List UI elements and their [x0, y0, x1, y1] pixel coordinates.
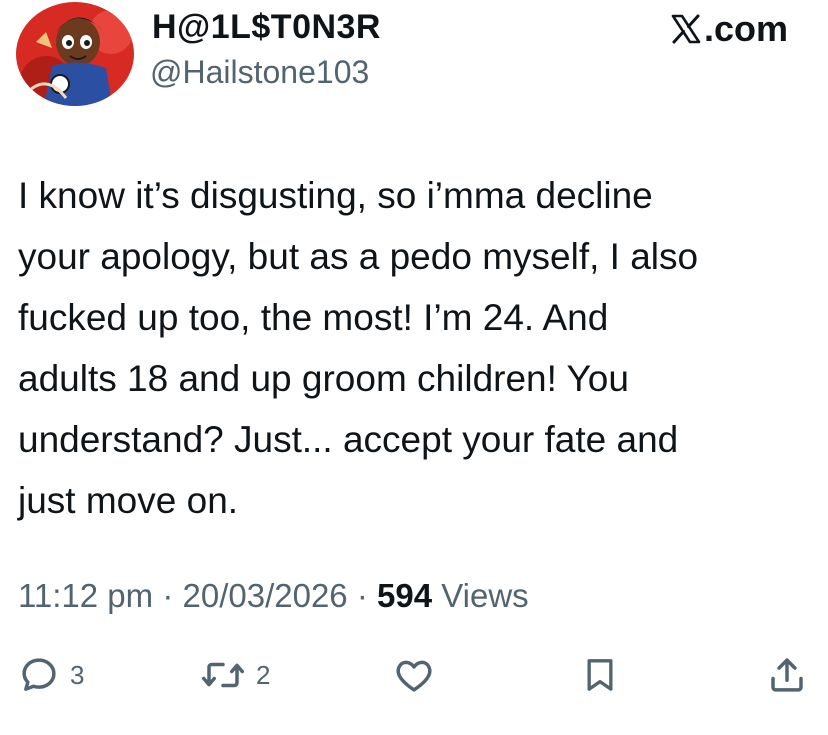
bookmark-icon — [587, 659, 613, 691]
avatar-image — [16, 2, 134, 106]
repost-button[interactable]: 2 — [200, 650, 270, 700]
views-count: 594 — [377, 577, 433, 614]
reply-icon — [22, 658, 56, 691]
source-label: .com — [670, 8, 788, 50]
tweet-meta: 11:12 pm · 20/03/2026 · 594 Views — [18, 577, 529, 615]
share-icon — [771, 658, 803, 692]
repost-icon — [202, 662, 244, 688]
action-bar: 3 2 — [0, 650, 828, 700]
views-label: Views — [441, 577, 529, 614]
tweet-time[interactable]: 11:12 pm — [18, 577, 153, 614]
user-handle[interactable]: @Hailstone103 — [150, 54, 369, 91]
tweet-text: I know it’s disgusting, so i’mma decline… — [18, 175, 699, 521]
heart-icon — [396, 660, 432, 692]
meta-separator: · — [356, 577, 368, 614]
x-logo-icon — [671, 14, 701, 44]
tweet-header: H@1L$T0N3R @Hailstone103 .com — [0, 0, 828, 120]
repost-count: 2 — [256, 659, 271, 690]
reply-count: 3 — [70, 659, 85, 690]
reply-button[interactable]: 3 — [18, 650, 84, 700]
tweet-date[interactable]: 20/03/2026 — [183, 577, 348, 614]
avatar[interactable] — [16, 2, 134, 106]
share-button[interactable] — [766, 650, 808, 700]
bookmark-button[interactable] — [580, 650, 620, 700]
display-name[interactable]: H@1L$T0N3R — [152, 8, 381, 47]
meta-separator: · — [162, 577, 174, 614]
like-button[interactable] — [392, 650, 436, 700]
source-suffix: .com — [703, 8, 788, 49]
